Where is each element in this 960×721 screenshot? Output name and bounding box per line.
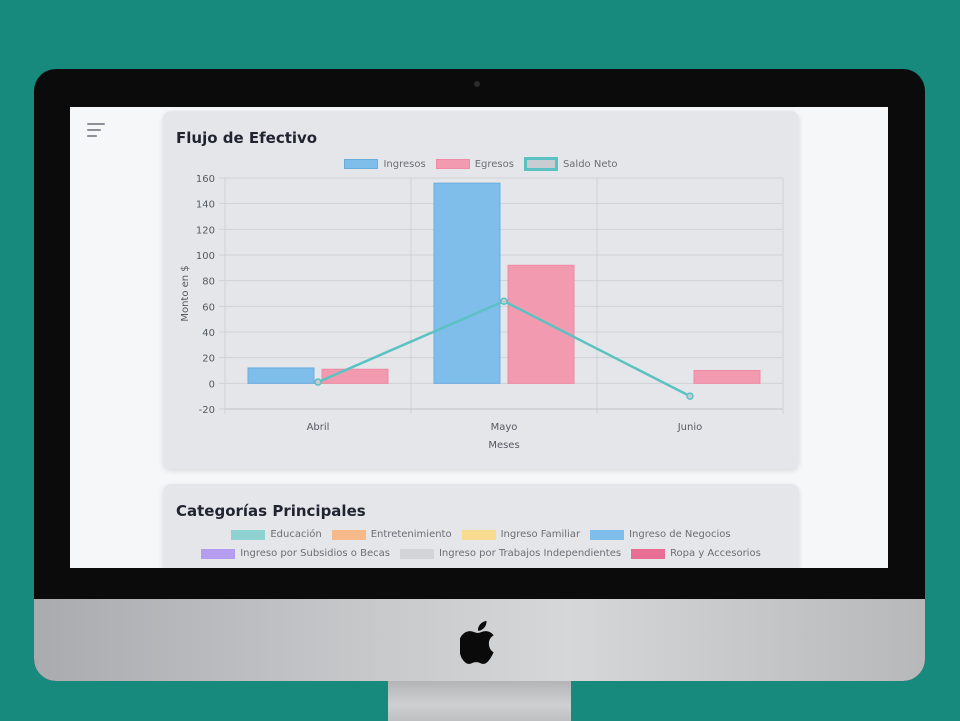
point-saldo-neto-mayo [500, 297, 508, 305]
y-tick-label: 80 [202, 277, 215, 288]
category-legend-item[interactable]: Ropa y Accesorios [631, 548, 761, 559]
x-axis-title: Meses [488, 440, 519, 451]
category-legend-item[interactable]: Entretenimiento [331, 529, 452, 540]
legend-label: Ingreso Familiar [500, 529, 581, 540]
legend-label: Ingreso por Subsidios o Becas [240, 548, 390, 559]
legend-swatch [590, 529, 625, 540]
legend-swatch [201, 548, 236, 559]
legend-swatch [231, 529, 266, 540]
y-tick-label: 100 [196, 251, 215, 262]
y-tick-label: 60 [202, 302, 215, 313]
point-saldo-neto-junio [686, 392, 694, 400]
legend-swatch [331, 529, 366, 540]
legend-swatch [461, 529, 496, 540]
cashflow-card: Flujo de Efectivo Ingresos Egresos Saldo N… [163, 111, 799, 469]
x-tick-label: Junio [677, 422, 703, 433]
y-axis-title: Monto en $ [180, 265, 191, 321]
bar-egresos-mayo [507, 264, 575, 384]
legend-label: Ingreso de Negocios [629, 529, 731, 540]
monitor-stand [388, 681, 571, 721]
point-saldo-neto-abril [314, 378, 322, 386]
legend-swatch [399, 548, 434, 559]
categories-card: Categorías Principales Educación Entreten… [163, 484, 799, 568]
bar-ingresos-mayo [433, 182, 501, 384]
legend-label: Ingreso por Trabajos Independientes [438, 548, 622, 559]
hamburger-menu-icon[interactable] [87, 123, 105, 137]
y-tick-label: 160 [196, 174, 215, 185]
cashflow-chart: -20 0 20 40 60 80 100 120 140 160 Abril Mayo Junio Me… [180, 174, 784, 451]
categories-legend-row-2: Ingreso por Subsidios o Becas Ingreso por… [163, 548, 799, 559]
y-tick-label: 0 [209, 379, 215, 390]
legend-label: Entretenimiento [370, 529, 452, 540]
legend-label: Educación [270, 529, 322, 540]
apple-logo-icon [460, 621, 494, 664]
category-legend-item[interactable]: Ingreso por Trabajos Independientes [399, 548, 622, 559]
app-screen: Flujo de Efectivo Ingresos Egresos Saldo N… [70, 107, 888, 568]
category-legend-item[interactable]: Ingreso por Subsidios o Becas [201, 548, 390, 559]
y-tick-label: 20 [202, 354, 215, 365]
y-tick-label: -20 [199, 405, 215, 416]
bar-egresos-junio [693, 370, 761, 384]
camera-dot [474, 81, 480, 87]
x-tick-label: Mayo [491, 422, 518, 433]
category-legend-item[interactable]: Ingreso Familiar [461, 529, 581, 540]
bar-ingresos-abril [247, 367, 315, 384]
y-tick-label: 140 [196, 200, 215, 211]
y-tick-label: 120 [196, 225, 215, 236]
y-tick-label: 40 [202, 328, 215, 339]
x-tick-label: Abril [307, 422, 330, 433]
categories-legend-row-1: Educación Entretenimiento Ingreso Familiar… [163, 529, 799, 540]
categories-title: Categorías Principales [176, 502, 366, 520]
legend-label: Ropa y Accesorios [670, 548, 761, 559]
legend-swatch [631, 548, 666, 559]
monitor-chin [34, 599, 925, 681]
category-legend-item[interactable]: Educación [231, 529, 322, 540]
category-legend-item[interactable]: Ingreso de Negocios [590, 529, 731, 540]
